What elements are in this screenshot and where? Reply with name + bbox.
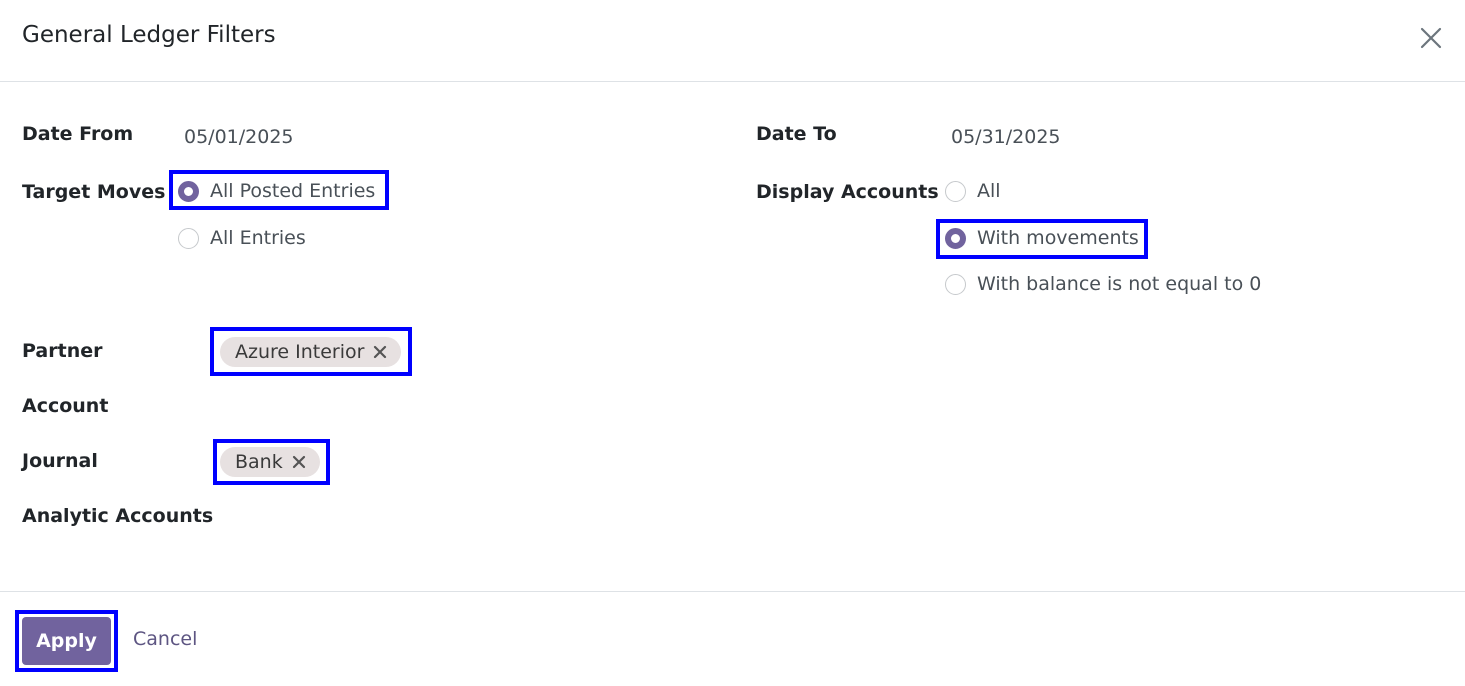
radio-button[interactable]: [178, 180, 199, 202]
display-accounts-label: Display Accounts: [756, 181, 939, 203]
date-from-field[interactable]: 05/01/2025: [184, 126, 294, 148]
apply-button[interactable]: Apply: [22, 617, 111, 665]
close-button[interactable]: [1417, 24, 1445, 52]
radio-all-posted-entries[interactable]: All Posted Entries: [178, 175, 375, 207]
journal-label: Journal: [22, 450, 98, 472]
radio-display-all[interactable]: All: [945, 175, 1001, 207]
cancel-button[interactable]: Cancel: [133, 628, 197, 650]
general-ledger-filters-dialog: General Ledger Filters Date From 05/01/2…: [0, 0, 1465, 686]
remove-tag-button[interactable]: [373, 345, 387, 359]
radio-button[interactable]: [945, 180, 966, 202]
remove-tag-button[interactable]: [292, 455, 306, 469]
account-label: Account: [22, 395, 109, 417]
radio-label: With movements: [977, 227, 1139, 249]
analytic-accounts-label: Analytic Accounts: [22, 505, 214, 527]
tag-label: Azure Interior: [235, 341, 365, 363]
journal-tag: Bank: [220, 447, 320, 477]
close-icon: [292, 455, 305, 469]
partner-label: Partner: [22, 340, 103, 362]
radio-button[interactable]: [945, 273, 966, 295]
radio-label: All Posted Entries: [210, 180, 376, 202]
radio-label: All: [977, 180, 1001, 202]
radio-button[interactable]: [178, 227, 199, 249]
date-to-field[interactable]: 05/31/2025: [951, 126, 1061, 148]
radio-all-entries[interactable]: All Entries: [178, 222, 306, 254]
radio-button[interactable]: [945, 227, 966, 249]
radio-with-balance-not-zero[interactable]: With balance is not equal to 0: [945, 268, 1261, 300]
dialog-title: General Ledger Filters: [22, 22, 276, 48]
radio-label: All Entries: [210, 227, 306, 249]
radio-label: With balance is not equal to 0: [977, 273, 1262, 295]
partner-tag: Azure Interior: [220, 337, 402, 367]
date-to-label: Date To: [756, 123, 837, 145]
tag-label: Bank: [235, 451, 283, 473]
close-icon: [374, 345, 387, 359]
dialog-footer: [0, 591, 1465, 686]
radio-with-movements[interactable]: With movements: [945, 222, 1139, 254]
close-icon: [1420, 27, 1442, 49]
dialog-header: General Ledger Filters: [0, 0, 1465, 82]
target-moves-label: Target Moves: [22, 181, 166, 203]
date-from-label: Date From: [22, 123, 134, 145]
